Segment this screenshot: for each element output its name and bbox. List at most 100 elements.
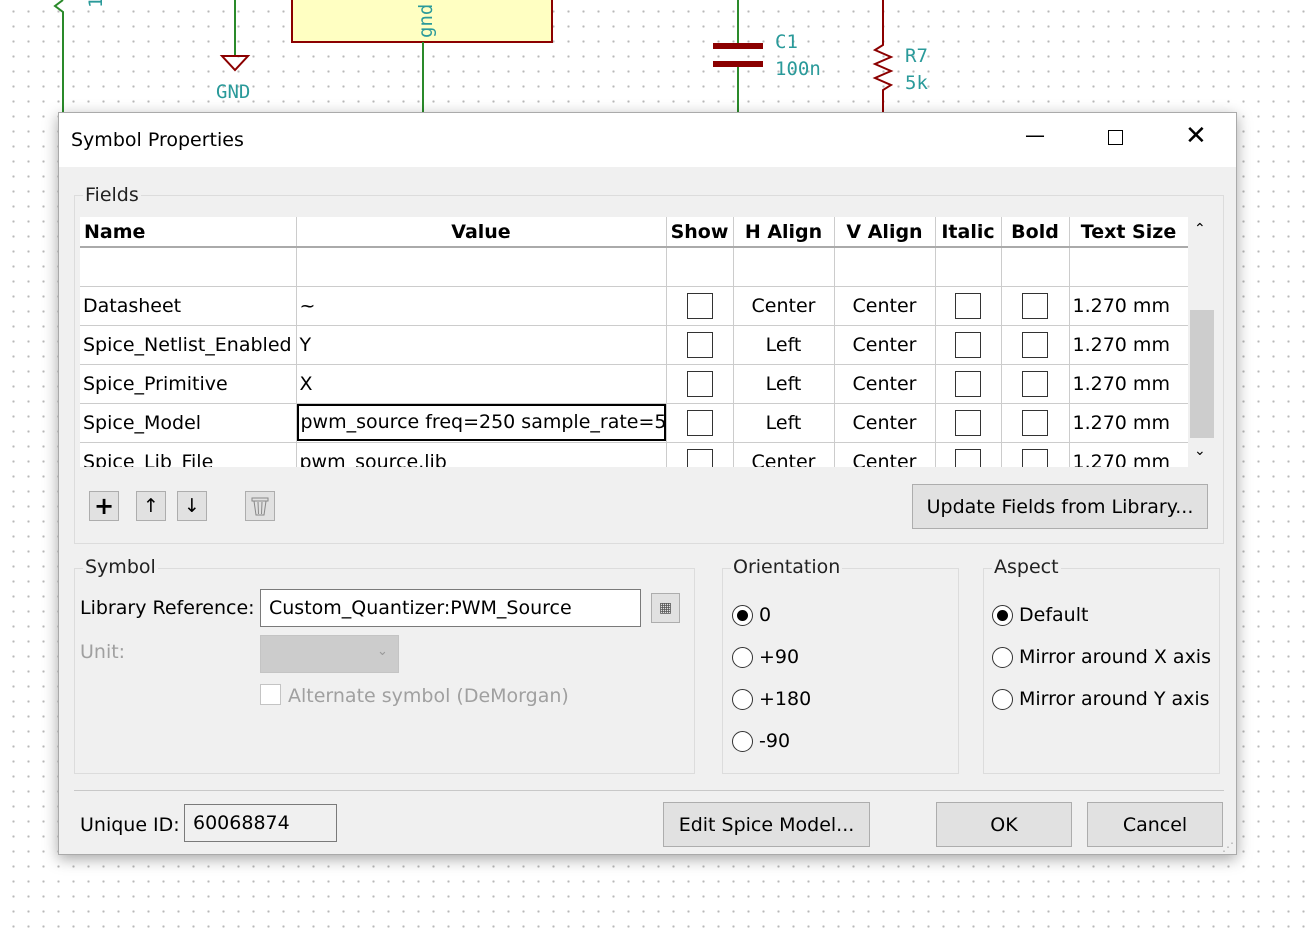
orientation-radio[interactable]: +90 [732,646,799,668]
text-size-cell[interactable]: 1.270 mm [1069,325,1188,365]
table-row[interactable]: Spice_Netlist_Enabled Y Left Center 1.270 mm [80,325,1188,365]
show-checkbox[interactable] [686,409,713,436]
delete-field-button[interactable] [245,491,275,521]
ok-button[interactable]: OK [936,802,1072,847]
column-header[interactable]: H Align [733,217,835,248]
italic-checkbox[interactable] [955,370,981,397]
name-cell[interactable]: Spice_Lib_File [80,442,297,467]
bold-checkbox[interactable] [1022,331,1048,358]
table-row[interactable]: Spice_Primitive X Left Center 1.270 mm [80,364,1188,404]
value-cell[interactable]: ~ [296,286,667,326]
text-size-cell[interactable]: 1.270 mm [1069,364,1188,404]
table-row[interactable]: Spice_Model pwm_source freq=250 sample_ra… [80,403,1188,443]
h-align-cell[interactable]: Center [733,286,835,326]
bold-checkbox[interactable] [1022,292,1048,319]
v-align-cell[interactable]: Center [834,325,936,365]
bold-cell[interactable] [1001,403,1070,443]
column-header[interactable]: Text Size [1069,217,1188,248]
bold-cell[interactable] [1001,286,1070,326]
name-cell[interactable]: Datasheet [80,286,297,326]
table-scrollbar[interactable]: ⌃ ⌄ [1189,217,1215,467]
unique-id-field[interactable]: 60068874 [184,804,337,842]
bold-checkbox[interactable] [1022,370,1048,397]
show-cell[interactable] [666,286,734,326]
scroll-up-icon[interactable]: ⌃ [1194,221,1206,237]
value-cell[interactable]: pwm_source.lib [296,442,667,467]
italic-cell[interactable] [935,442,1002,467]
bold-cell[interactable] [1001,325,1070,365]
italic-checkbox[interactable] [955,331,981,358]
text-size-cell[interactable]: 1.270 mm [1069,442,1188,467]
value-cell[interactable]: pwm_source freq=250 sample_rate=5 [296,403,667,443]
scroll-down-icon[interactable]: ⌄ [1194,443,1206,459]
radio-button-icon[interactable] [732,730,753,752]
italic-checkbox[interactable] [955,409,981,436]
column-header[interactable]: Value [296,217,667,248]
alternate-symbol-checkbox[interactable] [260,684,281,705]
name-cell[interactable]: Spice_Primitive [80,364,297,404]
h-align-cell[interactable]: Left [733,325,835,365]
show-cell[interactable] [666,442,734,467]
show-checkbox[interactable] [686,292,713,319]
italic-cell[interactable] [935,286,1002,326]
value-editor[interactable]: pwm_source freq=250 sample_rate=5 [296,404,665,441]
table-row[interactable]: Spice_Lib_File pwm_source.lib Center Center… [80,442,1188,467]
bold-cell[interactable] [1001,442,1070,467]
bold-cell[interactable] [1001,364,1070,404]
maximize-button[interactable] [1108,130,1123,145]
italic-cell[interactable] [935,403,1002,443]
value-cell[interactable]: Y [296,325,667,365]
show-cell[interactable] [666,364,734,404]
library-reference-input[interactable]: Custom_Quantizer:PWM_Source [260,589,641,627]
radio-button-icon[interactable] [732,646,753,668]
show-checkbox[interactable] [686,448,713,467]
orientation-radio[interactable]: +180 [732,688,811,710]
aspect-radio[interactable]: Mirror around X axis [992,646,1211,668]
orientation-radio[interactable]: 0 [732,604,771,626]
unit-select[interactable]: ⌄ [260,635,399,673]
show-cell[interactable] [666,403,734,443]
italic-cell[interactable] [935,325,1002,365]
radio-button-icon[interactable] [732,604,753,626]
table-row[interactable]: Datasheet ~ Center Center 1.270 mm [80,286,1188,326]
resize-grip-icon[interactable]: ⋰ [1222,840,1234,854]
show-checkbox[interactable] [686,331,713,358]
name-cell[interactable]: Spice_Model [80,403,297,443]
column-header[interactable]: Name [80,217,297,248]
radio-button-icon[interactable] [992,688,1013,710]
radio-button-icon[interactable] [992,646,1013,668]
add-field-button[interactable]: + [89,491,119,521]
radio-button-icon[interactable] [992,604,1013,626]
update-fields-button[interactable]: Update Fields from Library... [912,484,1208,529]
italic-cell[interactable] [935,364,1002,404]
aspect-radio[interactable]: Default [992,604,1088,626]
radio-button-icon[interactable] [732,688,753,710]
column-header[interactable]: Show [666,217,734,248]
move-up-button[interactable]: ↑ [136,491,166,521]
show-checkbox[interactable] [686,370,713,397]
h-align-cell[interactable]: Center [733,442,835,467]
scrollbar-thumb[interactable] [1190,310,1214,438]
minimize-button[interactable]: — [1025,123,1045,147]
move-down-button[interactable]: ↓ [177,491,207,521]
text-size-cell[interactable]: 1.270 mm [1069,286,1188,326]
show-cell[interactable] [666,325,734,365]
browse-library-button[interactable]: ▦ [651,593,680,623]
text-size-cell[interactable]: 1.270 mm [1069,403,1188,443]
v-align-cell[interactable]: Center [834,286,936,326]
h-align-cell[interactable]: Left [733,403,835,443]
italic-checkbox[interactable] [955,448,981,467]
italic-checkbox[interactable] [955,292,981,319]
name-cell[interactable]: Spice_Netlist_Enabled [80,325,297,365]
value-cell[interactable]: X [296,364,667,404]
v-align-cell[interactable]: Center [834,442,936,467]
edit-spice-model-button[interactable]: Edit Spice Model... [663,802,870,847]
v-align-cell[interactable]: Center [834,364,936,404]
column-header[interactable]: Bold [1001,217,1070,248]
column-header[interactable]: V Align [834,217,936,248]
h-align-cell[interactable]: Left [733,364,835,404]
orientation-radio[interactable]: -90 [732,730,790,752]
cancel-button[interactable]: Cancel [1087,802,1223,847]
bold-checkbox[interactable] [1022,448,1048,467]
column-header[interactable]: Italic [935,217,1002,248]
